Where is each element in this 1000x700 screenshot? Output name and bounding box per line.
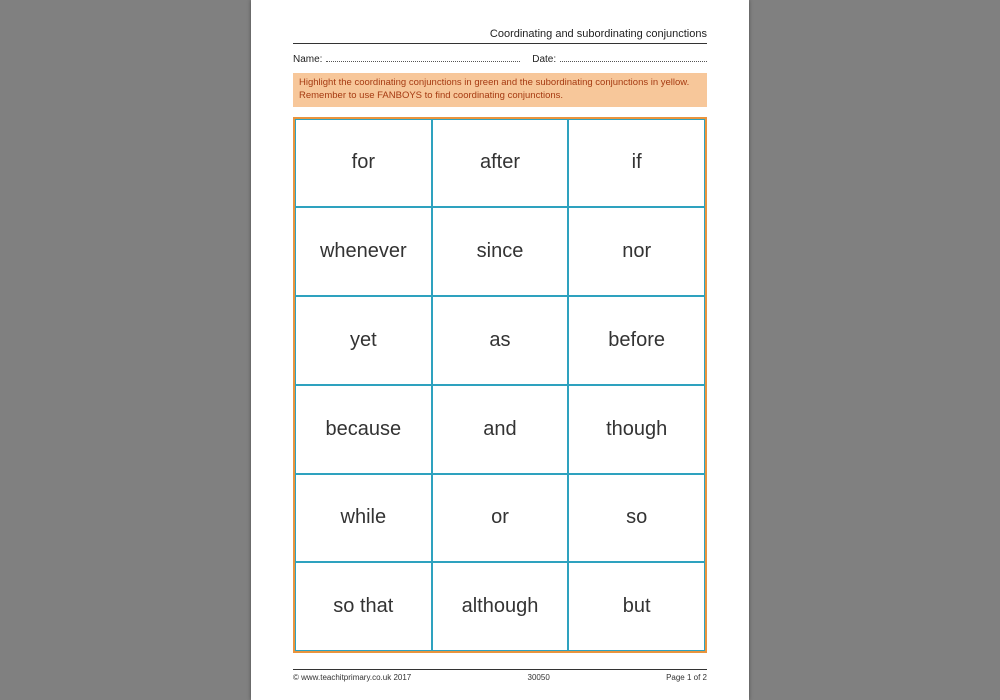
grid-cell[interactable]: whenever <box>295 207 432 296</box>
footer-page: Page 1 of 2 <box>666 673 707 682</box>
grid-cell[interactable]: before <box>568 296 705 385</box>
conjunction-grid: for after if whenever since nor yet as b… <box>293 117 707 653</box>
page-title: Coordinating and subordinating conjuncti… <box>293 28 707 43</box>
grid-cell[interactable]: after <box>432 119 569 208</box>
name-input-line[interactable] <box>326 52 520 62</box>
grid-cell[interactable]: and <box>432 385 569 474</box>
grid-cell[interactable]: or <box>432 474 569 563</box>
grid-cell[interactable]: since <box>432 207 569 296</box>
footer-copyright: © www.teachitprimary.co.uk 2017 <box>293 673 411 682</box>
name-date-row: Name: Date: <box>293 52 707 65</box>
grid-wrap: for after if whenever since nor yet as b… <box>293 117 707 653</box>
page-footer: © www.teachitprimary.co.uk 2017 30050 Pa… <box>293 669 707 682</box>
date-input-line[interactable] <box>560 52 707 62</box>
grid-cell[interactable]: because <box>295 385 432 474</box>
grid-cell[interactable]: nor <box>568 207 705 296</box>
name-field: Name: <box>293 52 520 65</box>
grid-cell[interactable]: though <box>568 385 705 474</box>
title-rule <box>293 43 707 44</box>
grid-cell[interactable]: although <box>432 562 569 651</box>
grid-cell[interactable]: as <box>432 296 569 385</box>
grid-cell[interactable]: while <box>295 474 432 563</box>
grid-cell[interactable]: so <box>568 474 705 563</box>
grid-cell[interactable]: if <box>568 119 705 208</box>
footer-code: 30050 <box>528 673 550 682</box>
date-label: Date: <box>532 54 556 65</box>
grid-cell[interactable]: yet <box>295 296 432 385</box>
grid-cell[interactable]: for <box>295 119 432 208</box>
grid-cell[interactable]: so that <box>295 562 432 651</box>
instructions-box: Highlight the coordinating conjunctions … <box>293 73 707 107</box>
worksheet-page: Coordinating and subordinating conjuncti… <box>251 0 749 700</box>
name-label: Name: <box>293 54 322 65</box>
date-field: Date: <box>532 52 707 65</box>
grid-cell[interactable]: but <box>568 562 705 651</box>
